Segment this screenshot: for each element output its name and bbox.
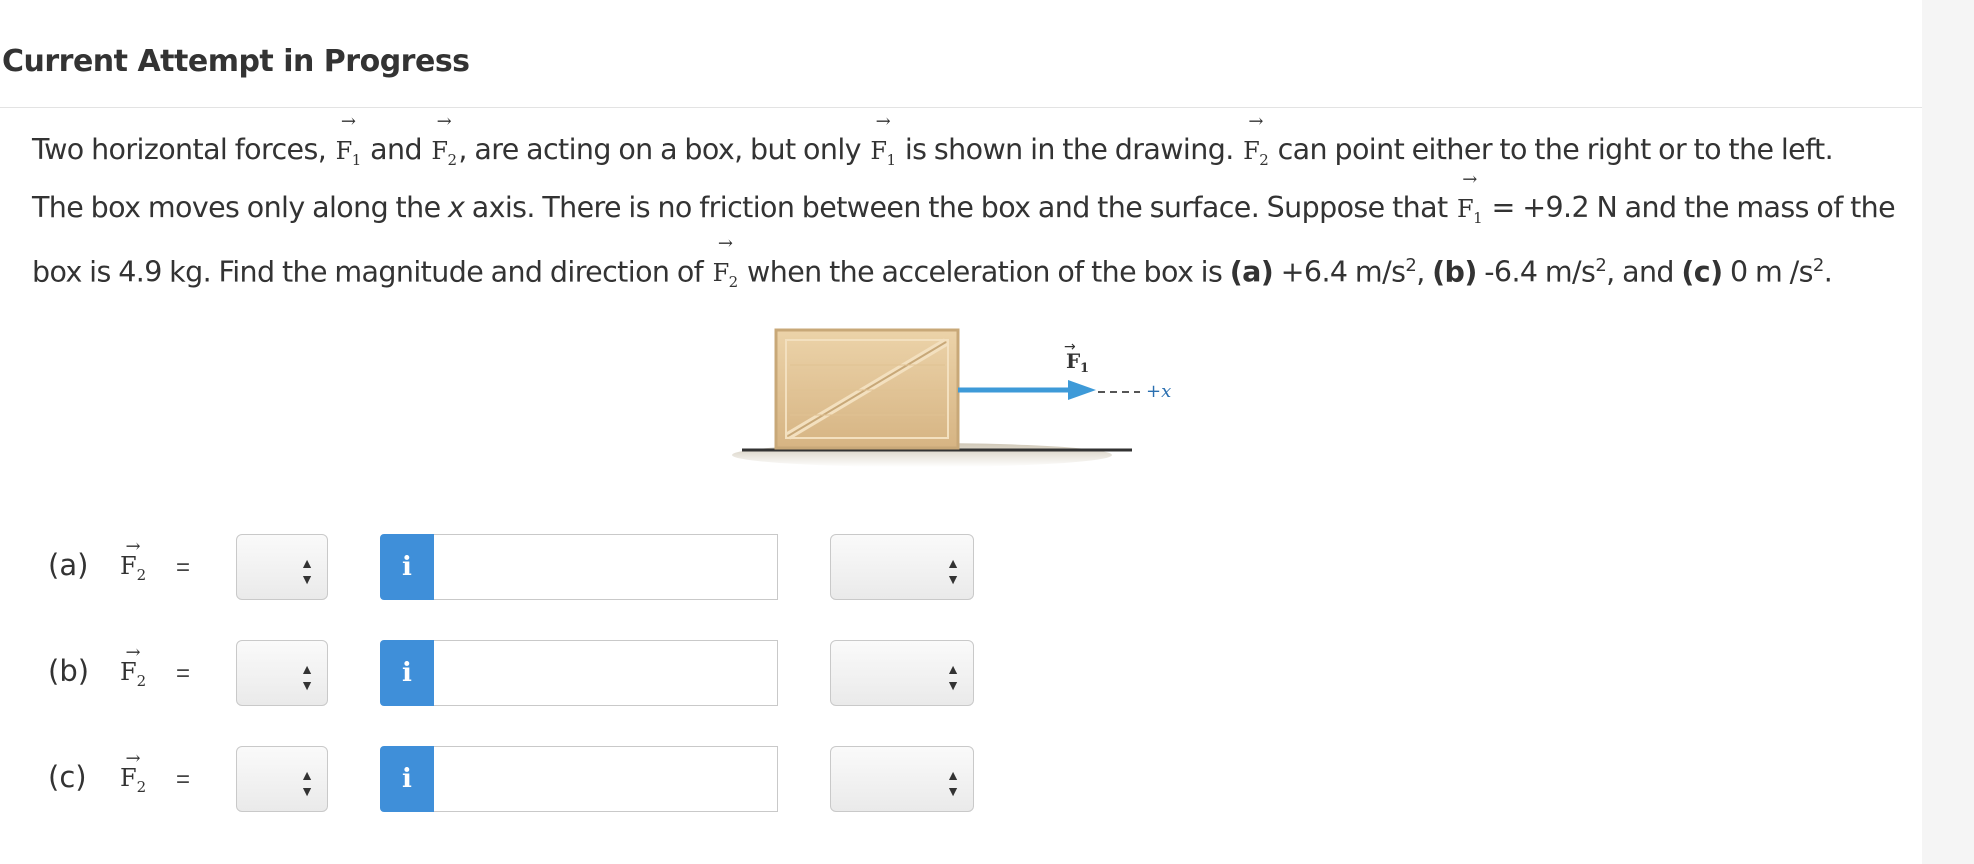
question-line-3: box is 4.9 kg. Find the magnitude and di… (32, 233, 1912, 306)
select-arrows-icon: ▲▼ (299, 767, 315, 799)
part-label: (a) (48, 548, 89, 582)
page-margin (1922, 0, 1974, 864)
f2-vector: → F2 (431, 111, 457, 169)
units-select[interactable]: ▲▼ (830, 746, 974, 812)
part-label: (c) (48, 760, 87, 794)
x-axis-label: +x (1146, 381, 1171, 402)
f1-vector: → F1 (1457, 168, 1483, 227)
equals-sign: = (176, 766, 191, 793)
f2-vector-label: → F2 (120, 748, 147, 796)
sign-select[interactable]: ▲▼ (236, 534, 328, 600)
force-label-arrow: → (1064, 339, 1076, 355)
force-label-subscript: 1 (1080, 361, 1089, 376)
question-text: Two horizontal forces, → F1 and → F2, are … (32, 111, 1912, 306)
attempt-header: Current Attempt in Progress (0, 0, 1922, 108)
equals-sign: = (176, 554, 191, 581)
question-line-2: The box moves only along the x axis. The… (32, 168, 1912, 242)
info-button[interactable]: i (380, 640, 434, 706)
f2-vector: → F2 (712, 233, 739, 291)
sign-select[interactable]: ▲▼ (236, 640, 328, 706)
answer-value-input[interactable] (434, 640, 778, 706)
box-force-diagram: +x F 1 → (732, 328, 1171, 467)
answer-value-input[interactable] (434, 746, 778, 812)
select-arrows-icon: ▲▼ (945, 555, 961, 587)
equals-sign: = (176, 660, 191, 687)
units-select[interactable]: ▲▼ (830, 640, 974, 706)
answer-row-b: (b) → F2 = ▲▼ i ▲▼ (0, 640, 1000, 706)
info-button[interactable]: i (380, 746, 434, 812)
answer-value-input[interactable] (434, 534, 778, 600)
f1-vector: → F1 (335, 111, 362, 169)
attempt-status-title: Current Attempt in Progress (2, 44, 470, 79)
wooden-box (774, 328, 960, 450)
part-label: (b) (48, 654, 90, 688)
units-select[interactable]: ▲▼ (830, 534, 974, 600)
answer-row-a: (a) → F2 = ▲▼ i ▲▼ (0, 534, 1000, 600)
f1-vector: → F1 (870, 111, 896, 169)
select-arrows-icon: ▲▼ (945, 661, 961, 693)
question-panel: Current Attempt in Progress Two horizont… (0, 0, 1922, 864)
sign-select[interactable]: ▲▼ (236, 746, 328, 812)
select-arrows-icon: ▲▼ (299, 555, 315, 587)
select-arrows-icon: ▲▼ (299, 661, 315, 693)
f2-vector-label: → F2 (120, 642, 147, 690)
f2-vector: → F2 (1243, 111, 1269, 169)
question-line-1: Two horizontal forces, → F1 and → F2, are … (32, 111, 1912, 184)
answer-row-c: (c) → F2 = ▲▼ i ▲▼ (0, 746, 1000, 812)
select-arrows-icon: ▲▼ (945, 767, 961, 799)
force-arrow-head (1068, 380, 1096, 400)
info-button[interactable]: i (380, 534, 434, 600)
f2-vector-label: → F2 (120, 536, 147, 584)
